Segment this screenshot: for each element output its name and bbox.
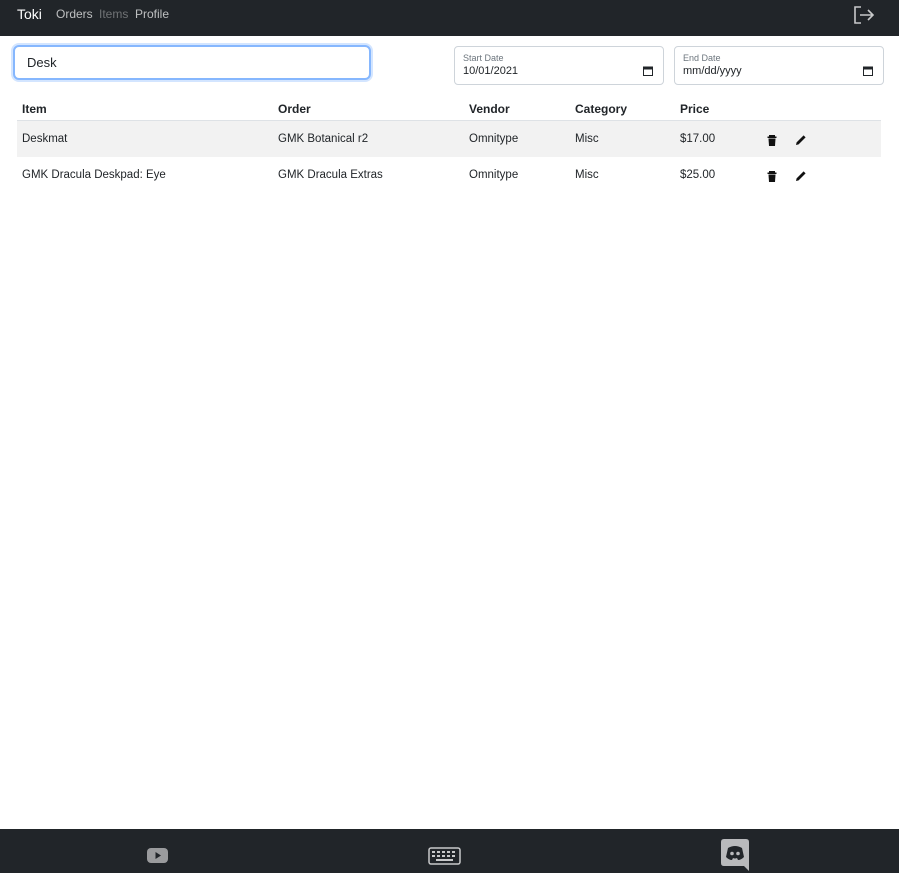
cell-order: GMK Dracula Extras (278, 169, 383, 181)
header-order: Order (278, 102, 311, 116)
end-date-label: End Date (683, 53, 721, 63)
trash-icon[interactable] (765, 133, 779, 147)
start-date-field[interactable]: Start Date 10/01/2021 (454, 46, 664, 85)
youtube-icon[interactable] (147, 848, 168, 863)
pencil-icon[interactable] (794, 133, 808, 147)
header-price: Price (680, 102, 710, 116)
discord-icon[interactable] (721, 839, 749, 871)
items-table: Item Order Vendor Category Price Deskmat… (17, 98, 881, 193)
search-input[interactable] (13, 45, 371, 80)
cell-price: $17.00 (680, 133, 716, 145)
cell-category: Misc (575, 133, 599, 145)
logout-icon[interactable] (852, 5, 876, 25)
table-header: Item Order Vendor Category Price (17, 98, 881, 121)
calendar-icon[interactable] (643, 66, 653, 76)
footer-bar (0, 829, 899, 873)
cell-category: Misc (575, 169, 599, 181)
header-item: Item (22, 102, 47, 116)
header-vendor: Vendor (469, 102, 510, 116)
start-date-label: Start Date (463, 53, 504, 63)
cell-item: GMK Dracula Deskpad: Eye (22, 169, 166, 181)
trash-icon[interactable] (765, 169, 779, 183)
cell-order: GMK Botanical r2 (278, 133, 369, 145)
nav-link-orders[interactable]: Orders (56, 7, 93, 21)
header-category: Category (575, 102, 628, 116)
end-date-field[interactable]: End Date mm/dd/yyyy (674, 46, 884, 85)
cell-item: Deskmat (22, 133, 68, 145)
cell-vendor: Omnitype (469, 169, 519, 181)
top-navbar: Toki Orders Items Profile (0, 0, 899, 36)
nav-link-profile[interactable]: Profile (135, 7, 169, 21)
cell-vendor: Omnitype (469, 133, 519, 145)
start-date-value[interactable]: 10/01/2021 (463, 65, 518, 77)
end-date-value[interactable]: mm/dd/yyyy (683, 65, 742, 77)
nav-link-items[interactable]: Items (99, 7, 128, 21)
pencil-icon[interactable] (794, 169, 808, 183)
keyboard-icon[interactable] (428, 847, 461, 865)
table-row: Deskmat GMK Botanical r2 Omnitype Misc $… (17, 121, 881, 157)
cell-price: $25.00 (680, 169, 716, 181)
table-row: GMK Dracula Deskpad: Eye GMK Dracula Ext… (17, 157, 881, 193)
brand-logo[interactable]: Toki (17, 6, 42, 22)
calendar-icon[interactable] (863, 66, 873, 76)
